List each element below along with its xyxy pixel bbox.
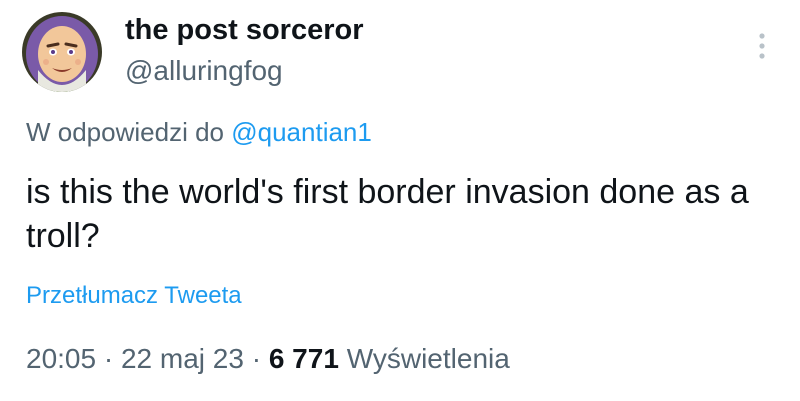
reply-mention-link[interactable]: @quantian1 <box>231 117 372 147</box>
user-handle[interactable]: @alluringfog <box>125 55 283 87</box>
meta-separator: · <box>251 343 262 374</box>
avatar[interactable] <box>22 12 102 92</box>
reply-context: W odpowiedzi do @quantian1 <box>26 117 372 148</box>
tweet-text: is this the world's first border invasio… <box>26 173 749 255</box>
meta-separator: · <box>103 343 114 374</box>
more-options-button[interactable] <box>748 28 776 64</box>
buzz-lightyear-avatar-icon <box>22 12 102 92</box>
display-name[interactable]: the post sorceror <box>125 14 364 47</box>
views-label: Wyświetlenia <box>346 343 510 374</box>
more-vertical-icon <box>759 33 765 59</box>
translate-tweet-link[interactable]: Przetłumacz Tweeta <box>26 282 242 310</box>
views-count: 6 771 <box>268 343 339 374</box>
tweet-card: the post sorceror @alluringfog W odpowie… <box>0 0 800 401</box>
reply-prefix: W odpowiedzi do <box>26 117 224 147</box>
tweet-time[interactable]: 20:05 <box>26 343 96 374</box>
tweet-date[interactable]: 22 maj 23 <box>121 343 244 374</box>
tweet-meta: 20:05 · 22 maj 23 · 6 771 Wyświetlenia <box>26 343 510 375</box>
